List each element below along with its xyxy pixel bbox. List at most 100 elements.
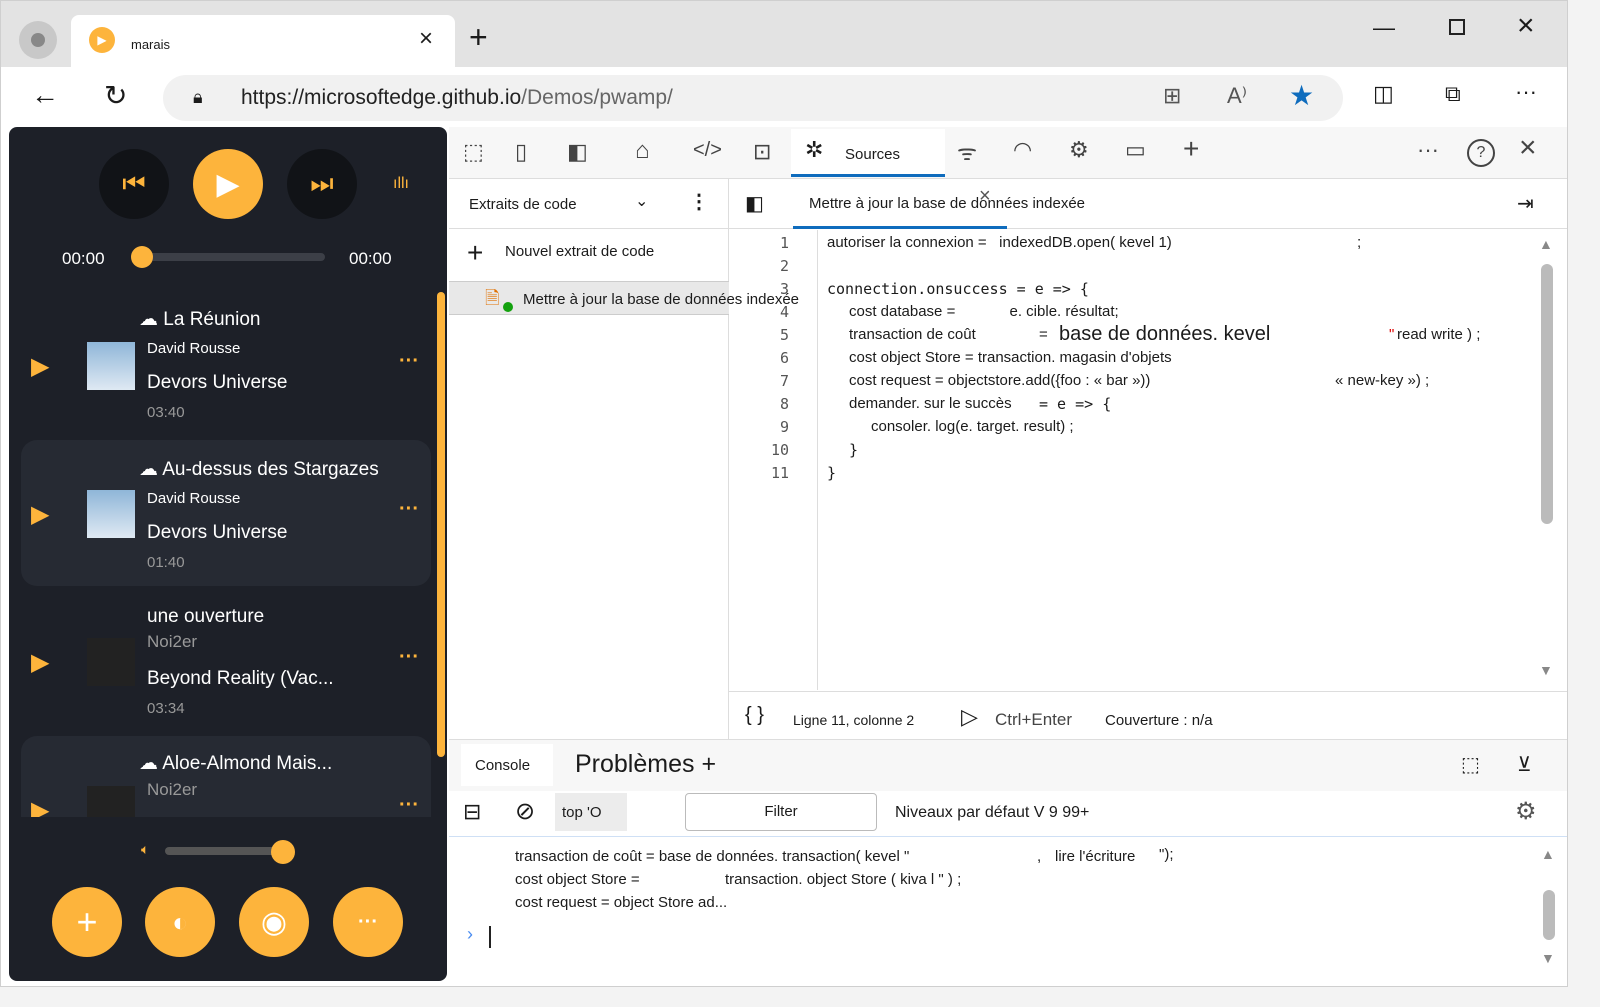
- split-screen-icon[interactable]: ◫: [1373, 81, 1394, 107]
- favorite-star-icon[interactable]: ★: [1289, 79, 1314, 112]
- add-songs-button[interactable]: +: [52, 887, 122, 957]
- apps-icon[interactable]: ⊞: [1163, 83, 1181, 109]
- more-options-icon[interactable]: ⋮: [689, 189, 709, 214]
- run-shortcut[interactable]: Ctrl+Enter: [995, 710, 1072, 730]
- song-item[interactable]: ▶ ☁︎ Au-dessus des Stargazes David Rouss…: [21, 440, 431, 586]
- close-drawer-icon[interactable]: ⊻: [1517, 752, 1532, 777]
- play-song-icon[interactable]: ▶: [31, 500, 49, 529]
- elements-icon[interactable]: </>: [693, 139, 722, 162]
- collections-icon[interactable]: ⧉: [1445, 81, 1461, 107]
- network-icon[interactable]: ᯤ: [957, 137, 977, 167]
- coverage-status: Couverture : n/a: [1105, 712, 1213, 729]
- clear-console-icon[interactable]: ⊘: [515, 797, 535, 826]
- song-item[interactable]: ▶ ☁︎ Aloe-Almond Mais... Noi2er ···: [21, 736, 431, 817]
- minimize-button[interactable]: —: [1373, 15, 1395, 41]
- seek-bar[interactable]: [133, 253, 325, 261]
- code-line: cost database = e. cible. résultat;: [849, 303, 1119, 320]
- close-tab-icon[interactable]: ×: [419, 25, 433, 53]
- play-song-icon[interactable]: ▶: [31, 648, 49, 677]
- new-tab-button[interactable]: +: [469, 19, 488, 56]
- editor-status-bar: { } Ligne 11, colonne 2 ▷ Ctrl+Enter Cou…: [729, 691, 1567, 739]
- console-scrollbar[interactable]: [1543, 890, 1555, 940]
- song-item[interactable]: ▶ une ouverture Noi2er Beyond Reality (V…: [21, 588, 431, 734]
- welcome-home-icon[interactable]: ⌂: [635, 137, 650, 165]
- previous-button[interactable]: ⏮: [99, 149, 169, 219]
- song-more-icon[interactable]: ···: [399, 498, 419, 521]
- more-menu-icon[interactable]: ···: [1515, 79, 1537, 105]
- console-line: cost object Store =: [515, 871, 640, 888]
- application-icon[interactable]: ▭: [1125, 137, 1146, 163]
- move-drawer-icon[interactable]: ⬚: [1461, 752, 1480, 777]
- memory-icon[interactable]: ⚙: [1069, 137, 1089, 163]
- play-button[interactable]: ▶: [193, 149, 263, 219]
- console-sidebar-icon[interactable]: ⊟: [463, 799, 481, 825]
- browser-tab[interactable]: ▶ marais ×: [71, 15, 455, 67]
- console-icon[interactable]: ⊡: [753, 139, 771, 165]
- code-line: }: [849, 441, 859, 459]
- record-button[interactable]: ◉: [239, 887, 309, 957]
- song-duration: 03:34: [147, 700, 185, 717]
- tab-sources[interactable]: ✲ Sources: [791, 129, 945, 177]
- more-button[interactable]: ···: [333, 887, 403, 957]
- scroll-up-icon[interactable]: ▲: [1539, 236, 1553, 252]
- visualizer-icon[interactable]: ıllı: [393, 175, 409, 193]
- customize-icon[interactable]: ···: [1417, 137, 1439, 163]
- back-icon[interactable]: ←: [31, 79, 59, 111]
- refresh-icon[interactable]: ↻: [104, 79, 127, 112]
- close-window-button[interactable]: ×: [1517, 9, 1535, 43]
- cursor-position: Ligne 11, colonne 2: [793, 712, 915, 728]
- log-levels-dropdown[interactable]: Niveaux par défaut V 9 99+: [895, 804, 1089, 822]
- performance-icon[interactable]: ◠: [1013, 137, 1032, 163]
- pretty-print-icon[interactable]: { }: [745, 704, 764, 727]
- chevron-down-icon[interactable]: ⌄: [635, 191, 648, 211]
- console-line: cost request = object Store ad...: [515, 894, 728, 911]
- scroll-down-icon[interactable]: ▼: [1539, 662, 1553, 678]
- read-aloud-icon[interactable]: A⁾: [1227, 83, 1247, 109]
- filter-input[interactable]: Filter: [685, 793, 877, 831]
- bug-icon: ✲: [805, 137, 824, 162]
- seek-handle[interactable]: [131, 246, 153, 268]
- code-fragment: « new-key ») ;: [1335, 372, 1430, 389]
- new-snippet-button[interactable]: Nouvel extrait de code: [505, 243, 654, 260]
- song-title: La Réunion: [163, 309, 261, 330]
- editor-scrollbar[interactable]: [1541, 264, 1553, 524]
- url-host: https://microsoftedge.github.io: [241, 86, 522, 109]
- play-song-icon[interactable]: ▶: [31, 352, 49, 381]
- console-scroll-up-icon[interactable]: ▲: [1541, 846, 1555, 862]
- help-icon[interactable]: ?: [1467, 139, 1495, 167]
- close-devtools-icon[interactable]: ×: [1519, 131, 1537, 165]
- run-snippet-icon[interactable]: ▷: [961, 704, 978, 730]
- browser-window: ▶ marais × + — × ← ↻ 🔒︎ https://microsof…: [0, 0, 1568, 987]
- volume-slider[interactable]: [165, 847, 285, 855]
- toggle-debugger-icon[interactable]: ⇥: [1517, 191, 1534, 216]
- song-item[interactable]: ▶ ☁︎ La Réunion David Rousse Devors Univ…: [21, 292, 431, 438]
- maximize-button[interactable]: [1449, 19, 1465, 35]
- current-time: 00:00: [62, 249, 105, 268]
- song-more-icon[interactable]: ···: [399, 350, 419, 373]
- code-editor[interactable]: 1 autoriser la connexion = indexedDB.open…: [729, 230, 1567, 690]
- next-button[interactable]: ⏭: [287, 149, 357, 219]
- inspect-icon[interactable]: ⬚: [463, 139, 484, 165]
- device-emulation-icon[interactable]: ▯: [515, 139, 527, 165]
- console-line: transaction de coût = base de données. t…: [515, 848, 910, 865]
- toggle-navigator-icon[interactable]: ◧: [745, 191, 764, 216]
- console-settings-icon[interactable]: ⚙: [1515, 797, 1537, 826]
- console-input[interactable]: [489, 926, 491, 948]
- song-more-icon[interactable]: ···: [399, 794, 419, 817]
- song-more-icon[interactable]: ···: [399, 646, 419, 669]
- skin-button[interactable]: ◐: [145, 887, 215, 957]
- play-song-icon[interactable]: ▶: [31, 796, 49, 817]
- snippet-item[interactable]: 🗎︎ Mettre à jour la base de données inde…: [449, 281, 799, 315]
- song-duration: 03:40: [147, 404, 185, 421]
- close-editor-tab-icon[interactable]: ×: [979, 185, 991, 208]
- dock-icon[interactable]: ◧: [567, 139, 588, 165]
- address-bar[interactable]: 🔒︎ https://microsoftedge.github.io/Demos…: [163, 75, 1343, 121]
- new-snippet-icon[interactable]: +: [467, 237, 483, 269]
- profile-avatar[interactable]: [19, 21, 57, 59]
- more-tools-icon[interactable]: +: [1183, 133, 1199, 165]
- snippets-dropdown[interactable]: Extraits de code: [469, 196, 577, 213]
- console-line: transaction. object Store ( kiva l " ) ;: [725, 871, 962, 888]
- tab-problems[interactable]: Problèmes +: [575, 750, 716, 779]
- console-scroll-down-icon[interactable]: ▼: [1541, 950, 1555, 966]
- volume-handle[interactable]: [271, 840, 295, 864]
